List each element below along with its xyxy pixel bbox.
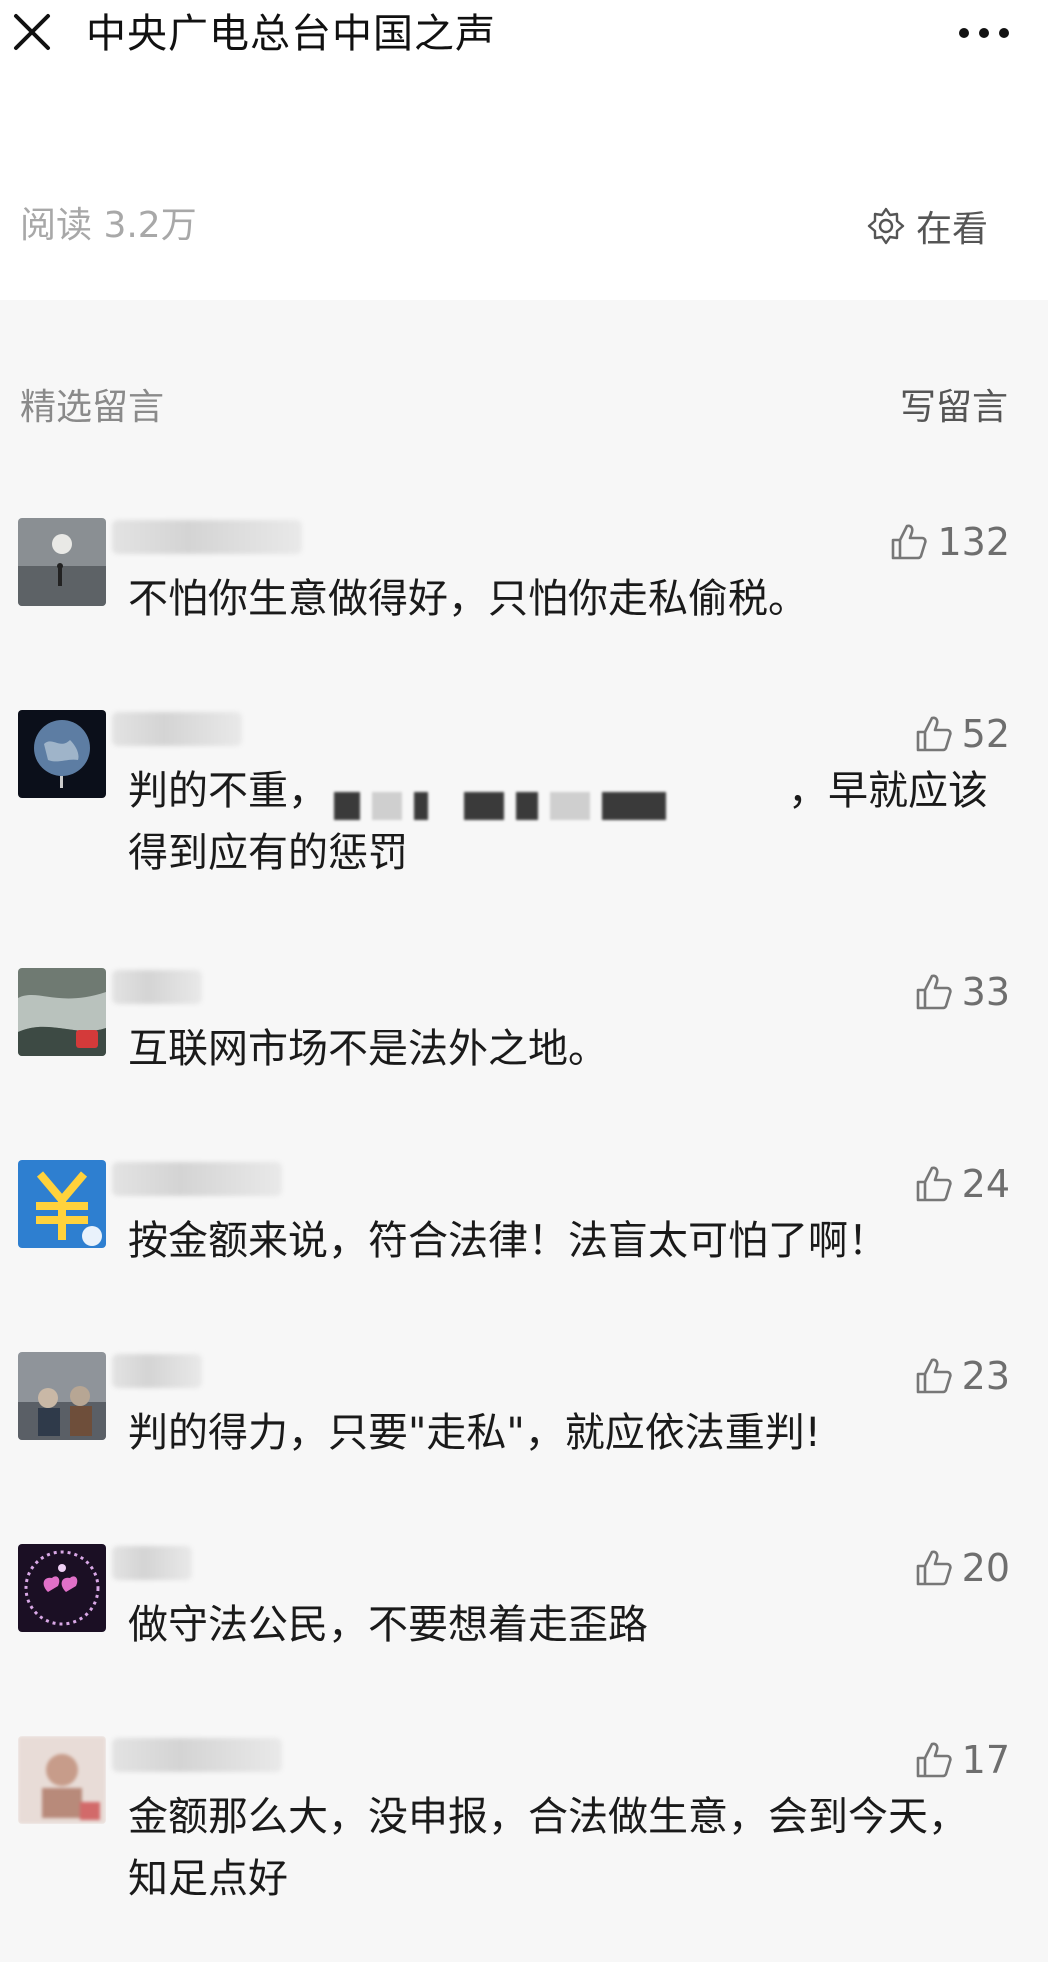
avatar[interactable] bbox=[18, 1736, 106, 1824]
redacted-text bbox=[328, 773, 788, 820]
like-count: 20 bbox=[961, 1546, 1010, 1590]
write-comment-link[interactable]: 写留言 bbox=[900, 380, 1008, 436]
commenter-name-blurred bbox=[112, 1738, 282, 1772]
thumbs-up-icon bbox=[916, 1166, 952, 1202]
thumbs-up-icon bbox=[892, 524, 928, 560]
avatar[interactable] bbox=[18, 518, 106, 606]
thumbs-up-icon bbox=[916, 1550, 952, 1586]
comment-text: 判的不重， ，早就应该得到应有的惩罚 bbox=[128, 760, 998, 884]
comment-text: 不怕你生意做得好，只怕你走私偷税。 bbox=[128, 576, 808, 622]
comment-item: 132 不怕你生意做得好，只怕你走私偷税。 bbox=[0, 518, 1048, 668]
commenter-name-blurred bbox=[112, 1354, 202, 1388]
like-count: 33 bbox=[961, 970, 1010, 1014]
comment-text: 按金额来说，符合法律！法盲太可怕了啊！ bbox=[128, 1218, 888, 1264]
thumbs-up-icon bbox=[916, 974, 952, 1010]
thumbs-up-icon bbox=[916, 1358, 952, 1394]
avatar[interactable] bbox=[18, 968, 106, 1056]
avatar[interactable] bbox=[18, 1352, 106, 1440]
like-button[interactable]: 132 bbox=[887, 518, 1010, 566]
like-button[interactable]: 23 bbox=[912, 1352, 1010, 1400]
zaikan-label: 在看 bbox=[916, 209, 989, 250]
comment-text: 互联网市场不是法外之地。 bbox=[128, 1026, 608, 1072]
comment-item: 24 按金额来说，符合法律！法盲太可怕了啊！ bbox=[0, 1160, 1048, 1310]
commenter-name-blurred bbox=[112, 970, 202, 1004]
comment-item: 23 判的得力，只要"走私"，就应依法重判! bbox=[0, 1352, 1048, 1502]
comment-item: 17 金额那么大，没申报，合法做生意，会到今天，知足点好 bbox=[0, 1736, 1048, 1936]
commenter-name-blurred bbox=[112, 520, 302, 554]
like-button[interactable]: 20 bbox=[912, 1544, 1010, 1592]
close-icon bbox=[14, 14, 50, 50]
zaikan-icon bbox=[867, 207, 905, 245]
comment-text: 金额那么大，没申报，合法做生意，会到今天，知足点好 bbox=[128, 1794, 968, 1902]
more-icon bbox=[959, 28, 1009, 38]
comment-item: 33 互联网市场不是法外之地。 bbox=[0, 968, 1048, 1118]
avatar[interactable] bbox=[18, 1544, 106, 1632]
like-button[interactable]: 33 bbox=[912, 968, 1010, 1016]
like-count: 132 bbox=[937, 520, 1010, 564]
close-button[interactable] bbox=[8, 8, 56, 56]
like-count: 17 bbox=[961, 1738, 1010, 1782]
avatar[interactable] bbox=[18, 1160, 106, 1248]
commenter-name-blurred bbox=[112, 1162, 282, 1196]
avatar[interactable] bbox=[18, 710, 106, 798]
page-title: 中央广电总台中国之声 bbox=[86, 11, 496, 57]
more-button[interactable] bbox=[956, 22, 1012, 44]
zaikan-button[interactable]: 在看 bbox=[866, 202, 988, 250]
comments-header: 精选留言 写留言 bbox=[0, 380, 1048, 436]
like-count: 52 bbox=[961, 712, 1010, 756]
like-button[interactable]: 52 bbox=[912, 710, 1010, 758]
like-button[interactable]: 24 bbox=[912, 1160, 1010, 1208]
thumbs-up-icon bbox=[916, 716, 952, 752]
comment-text-part: 判的不重， bbox=[128, 768, 328, 814]
comment-item: 20 做守法公民，不要想着走歪路 bbox=[0, 1544, 1048, 1694]
like-count: 23 bbox=[961, 1354, 1010, 1398]
commenter-name-blurred bbox=[112, 712, 242, 746]
commenter-name-blurred bbox=[112, 1546, 192, 1580]
comment-item: 52 判的不重， ，早就应该得到应有的惩罚 bbox=[0, 710, 1048, 876]
read-count: 阅读 3.2万 bbox=[20, 205, 197, 246]
article-footer-panel: 中央广电总台中国之声 阅读 3.2万 在看 bbox=[0, 0, 1048, 300]
comments-section-title: 精选留言 bbox=[20, 387, 165, 428]
comment-text: 做守法公民，不要想着走歪路 bbox=[128, 1602, 648, 1648]
comment-text: 判的得力，只要"走私"，就应依法重判! bbox=[128, 1410, 821, 1456]
like-count: 24 bbox=[961, 1162, 1010, 1206]
thumbs-up-icon bbox=[916, 1742, 952, 1778]
like-button[interactable]: 17 bbox=[912, 1736, 1010, 1784]
